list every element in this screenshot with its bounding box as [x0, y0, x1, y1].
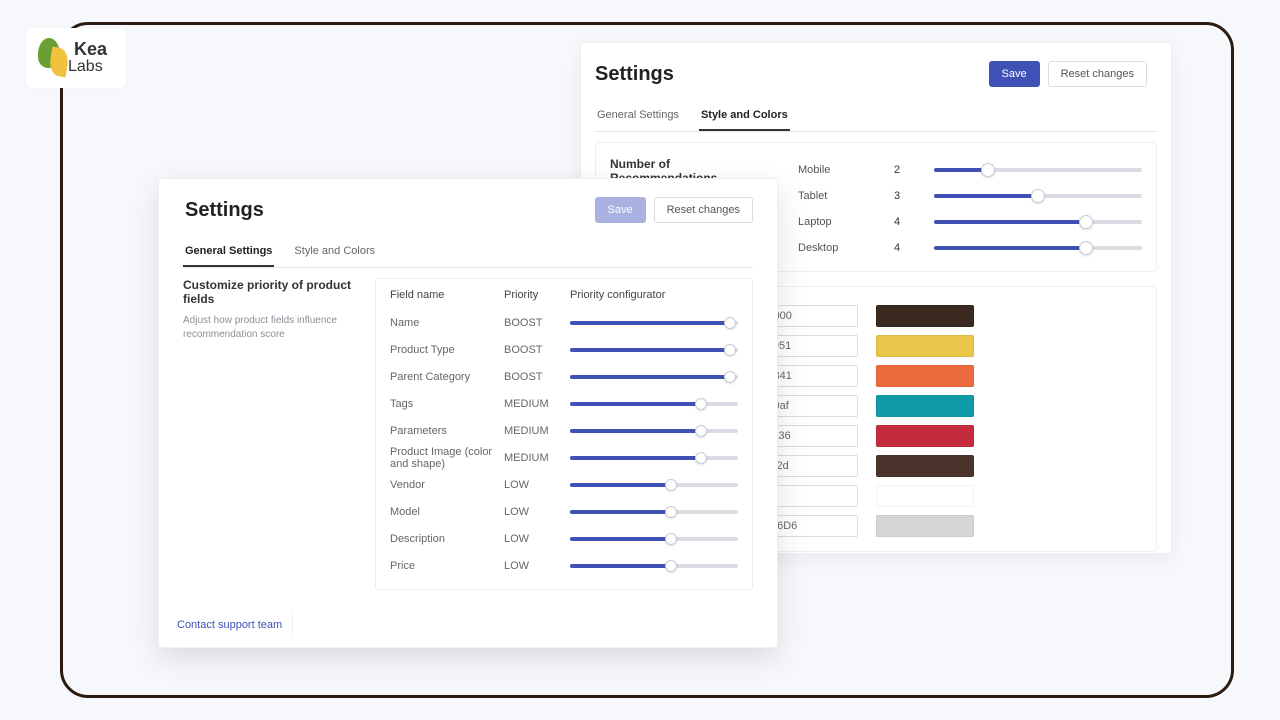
priority-value: BOOST — [504, 317, 570, 329]
rec-value: 4 — [894, 216, 934, 228]
field-name: Price — [390, 560, 504, 572]
priority-slider[interactable] — [570, 348, 738, 352]
priority-value: LOW — [504, 560, 570, 572]
rec-slider[interactable] — [934, 246, 1142, 250]
rec-row: Desktop 4 — [798, 235, 1142, 261]
priority-row: Product Type BOOST — [390, 336, 738, 363]
priority-row: Description LOW — [390, 525, 738, 552]
col-configurator: Priority configurator — [570, 289, 738, 301]
color-swatch[interactable] — [876, 365, 974, 387]
brand-logo: Kea Labs — [26, 28, 126, 88]
col-field-name: Field name — [390, 289, 504, 301]
color-swatch[interactable] — [876, 515, 974, 537]
rec-label: Laptop — [798, 216, 894, 228]
rec-row: Laptop 4 — [798, 209, 1142, 235]
priority-row: Vendor LOW — [390, 471, 738, 498]
rec-value: 2 — [894, 164, 934, 176]
tab-style[interactable]: Style and Colors — [699, 101, 790, 131]
priority-row: Product Image (color and shape) MEDIUM — [390, 444, 738, 471]
reset-button[interactable]: Reset changes — [1048, 61, 1147, 87]
col-priority: Priority — [504, 289, 570, 301]
priority-row: Model LOW — [390, 498, 738, 525]
rec-slider[interactable] — [934, 194, 1142, 198]
contact-support-link[interactable]: Contact support team — [167, 613, 293, 637]
field-name: Name — [390, 317, 504, 329]
field-name: Tags — [390, 398, 504, 410]
rec-label: Desktop — [798, 242, 894, 254]
section-subtext: Adjust how product fields influence reco… — [183, 314, 363, 342]
priority-slider[interactable] — [570, 402, 738, 406]
priority-row: Parameters MEDIUM — [390, 417, 738, 444]
section-heading: Customize priority of product fields — [183, 278, 363, 306]
color-swatch[interactable] — [876, 395, 974, 417]
settings-panel-general: Settings Save Reset changes General Sett… — [158, 178, 778, 648]
priority-value: MEDIUM — [504, 425, 570, 437]
page-title: Settings — [595, 63, 674, 86]
save-button[interactable]: Save — [989, 61, 1040, 87]
priority-value: LOW — [504, 533, 570, 545]
priority-row: Tags MEDIUM — [390, 390, 738, 417]
field-name: Description — [390, 533, 504, 545]
logo-text-1: Kea — [74, 40, 107, 58]
rec-row: Mobile 2 — [798, 157, 1142, 183]
rec-label: Mobile — [798, 164, 894, 176]
field-name: Vendor — [390, 479, 504, 491]
tab-general[interactable]: General Settings — [595, 101, 681, 131]
rec-label: Tablet — [798, 190, 894, 202]
field-name: Model — [390, 506, 504, 518]
priority-slider[interactable] — [570, 537, 738, 541]
color-swatch[interactable] — [876, 305, 974, 327]
priority-value: LOW — [504, 506, 570, 518]
rec-slider[interactable] — [934, 220, 1142, 224]
tab-general[interactable]: General Settings — [183, 237, 274, 267]
priority-slider[interactable] — [570, 510, 738, 514]
priority-slider[interactable] — [570, 483, 738, 487]
reset-button[interactable]: Reset changes — [654, 197, 753, 223]
tab-style[interactable]: Style and Colors — [292, 237, 377, 267]
color-swatch[interactable] — [876, 485, 974, 507]
field-name: Parent Category — [390, 371, 504, 383]
priority-value: BOOST — [504, 371, 570, 383]
priority-value: LOW — [504, 479, 570, 491]
field-name: Product Type — [390, 344, 504, 356]
color-swatch[interactable] — [876, 335, 974, 357]
priority-row: Name BOOST — [390, 309, 738, 336]
field-name: Product Image (color and shape) — [390, 446, 504, 470]
priority-row: Parent Category BOOST — [390, 363, 738, 390]
parrot-icon — [34, 38, 68, 78]
priority-slider[interactable] — [570, 564, 738, 568]
priority-slider[interactable] — [570, 429, 738, 433]
priority-value: BOOST — [504, 344, 570, 356]
rec-value: 4 — [894, 242, 934, 254]
priority-slider[interactable] — [570, 375, 738, 379]
rec-slider[interactable] — [934, 168, 1142, 172]
rec-row: Tablet 3 — [798, 183, 1142, 209]
priority-slider[interactable] — [570, 456, 738, 460]
rec-value: 3 — [894, 190, 934, 202]
priority-value: MEDIUM — [504, 452, 570, 464]
field-name: Parameters — [390, 425, 504, 437]
color-swatch[interactable] — [876, 425, 974, 447]
color-swatch[interactable] — [876, 455, 974, 477]
priority-row: Price LOW — [390, 552, 738, 579]
priority-table: Field name Priority Priority configurato… — [375, 278, 753, 590]
priority-value: MEDIUM — [504, 398, 570, 410]
priority-slider[interactable] — [570, 321, 738, 325]
logo-text-2: Labs — [68, 58, 107, 76]
page-title: Settings — [185, 199, 264, 222]
save-button[interactable]: Save — [595, 197, 646, 223]
